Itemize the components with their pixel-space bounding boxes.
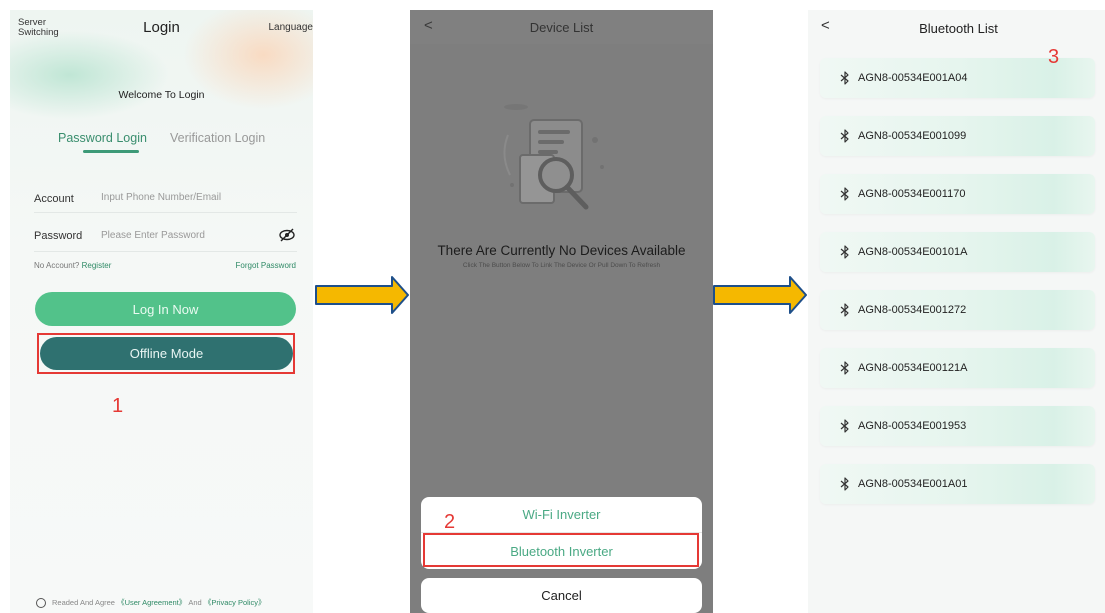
agree-prefix: Readed And Agree	[52, 598, 115, 607]
bluetooth-icon	[840, 361, 849, 375]
forgot-password-link[interactable]: Forgot Password	[236, 261, 296, 270]
user-agreement-link[interactable]: 《User Agreement》	[117, 597, 186, 608]
background-glow-green	[10, 30, 170, 120]
language-link[interactable]: Language	[269, 22, 314, 33]
login-screen: Server Switching Login Language Welcome …	[10, 10, 313, 613]
bluetooth-icon	[840, 303, 849, 317]
cancel-button[interactable]: Cancel	[421, 578, 702, 613]
bluetooth-device-name: AGN8-00534E001953	[858, 420, 967, 432]
bluetooth-list-screen: < Bluetooth List AGN8-00534E001A04 AGN8-0…	[808, 10, 1105, 613]
agree-radio[interactable]	[36, 597, 46, 608]
page-title: Device List	[529, 20, 594, 35]
bluetooth-device-name: AGN8-00534E001099	[858, 130, 967, 142]
page-title: Bluetooth List	[919, 21, 998, 36]
password-divider	[34, 251, 297, 252]
active-tab-indicator	[83, 150, 139, 153]
bluetooth-device-name: AGN8-00534E001A01	[858, 478, 968, 490]
agreement-row: Readed And Agree 《User Agreement》 And 《P…	[36, 597, 266, 608]
empty-state-title: There Are Currently No Devices Available	[437, 243, 686, 258]
bluetooth-device-name: AGN8-00534E001170	[858, 188, 966, 200]
bluetooth-device-item[interactable]: AGN8-00534E001272	[820, 290, 1095, 330]
log-in-now-button[interactable]: Log In Now	[35, 292, 296, 326]
bluetooth-device-item[interactable]: AGN8-00534E001170	[820, 174, 1095, 214]
empty-state-subtitle: Click The Button Below To Link The Devic…	[462, 262, 661, 269]
bluetooth-device-item[interactable]: AGN8-00534E001953	[820, 406, 1095, 446]
bluetooth-icon	[840, 129, 849, 143]
no-account-text: No Account? Register	[34, 261, 111, 270]
bluetooth-device-name: AGN8-00534E00101A	[858, 246, 968, 258]
bluetooth-device-name: AGN8-00534E001A04	[858, 72, 968, 84]
device-list-screen: < Device List There Are Currently No Dev…	[410, 10, 713, 613]
password-input[interactable]: Please Enter Password	[101, 230, 205, 241]
bluetooth-icon	[840, 245, 849, 259]
device-list-header: < Device List	[410, 10, 713, 44]
step2-highlight-box	[423, 533, 699, 567]
bluetooth-icon	[840, 477, 849, 491]
bluetooth-icon	[840, 71, 849, 85]
empty-state-illustration	[503, 104, 604, 210]
bluetooth-device-item[interactable]: AGN8-00534E00101A	[820, 232, 1095, 272]
welcome-heading: Welcome To Login	[118, 89, 205, 101]
step2-number: 2	[444, 511, 456, 533]
bluetooth-icon	[840, 187, 849, 201]
bluetooth-device-item[interactable]: AGN8-00534E00121A	[820, 348, 1095, 388]
bluetooth-device-name: AGN8-00534E001272	[858, 304, 967, 316]
password-label: Password	[34, 230, 83, 242]
tab-verification-login[interactable]: Verification Login	[170, 131, 265, 145]
eye-slash-icon[interactable]	[278, 228, 296, 242]
agree-and: And	[188, 598, 202, 607]
register-link[interactable]: Register	[82, 261, 112, 270]
bluetooth-device-item[interactable]: AGN8-00534E001099	[820, 116, 1095, 156]
step1-highlight-box	[37, 333, 295, 374]
right-arrow-icon	[315, 276, 409, 314]
account-label: Account	[34, 193, 74, 205]
right-arrow-icon	[713, 276, 807, 314]
privacy-policy-link[interactable]: 《Privacy Policy》	[204, 597, 266, 608]
account-divider	[34, 212, 297, 213]
account-input[interactable]: Input Phone Number/Email	[101, 192, 221, 203]
bluetooth-device-name: AGN8-00534E00121A	[858, 362, 968, 374]
bluetooth-icon	[840, 419, 849, 433]
step1-number: 1	[112, 395, 124, 417]
step3-number: 3	[1048, 46, 1060, 68]
bluetooth-device-list: AGN8-00534E001A04 AGN8-00534E001099 AGN8-0…	[820, 58, 1095, 522]
wifi-inverter-option[interactable]: Wi-Fi Inverter	[421, 497, 702, 533]
tab-password-login[interactable]: Password Login	[58, 131, 147, 145]
bluetooth-device-item[interactable]: AGN8-00534E001A01	[820, 464, 1095, 504]
no-account-label: No Account?	[34, 261, 80, 270]
